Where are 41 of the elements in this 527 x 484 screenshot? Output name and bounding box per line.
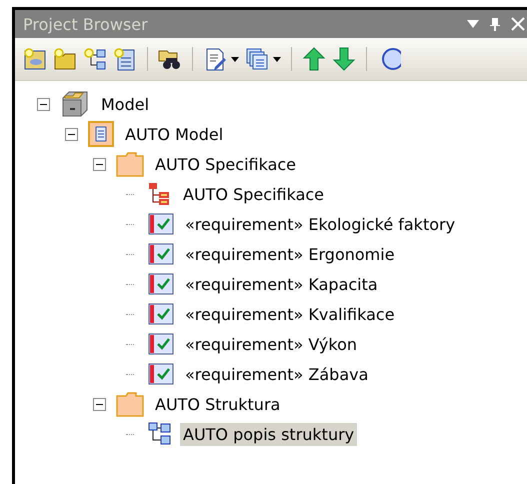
tree-item[interactable]: «requirement» Kvalifikace (182, 302, 398, 326)
tree-item[interactable]: AUTO Specifikace (180, 182, 328, 206)
tree-item[interactable]: Model (98, 92, 152, 116)
windows-icon[interactable] (245, 47, 269, 71)
tree-item[interactable]: «requirement» Kapacita (182, 272, 381, 296)
new-folder-icon[interactable] (53, 47, 77, 71)
close-icon[interactable] (511, 17, 525, 31)
requirement-icon (148, 303, 174, 325)
tree-item[interactable]: «requirement» Výkon (182, 332, 360, 356)
tree-item[interactable]: «requirement» Zábava (182, 362, 372, 386)
structure-diagram-icon (148, 422, 172, 446)
requirement-icon (148, 363, 174, 385)
requirement-icon (148, 273, 174, 295)
requirement-icon (148, 243, 174, 265)
caret-icon[interactable] (231, 56, 239, 62)
arrow-down-icon[interactable] (332, 47, 356, 71)
new-element-icon[interactable] (113, 47, 137, 71)
arrow-up-icon[interactable] (302, 47, 326, 71)
caret-icon[interactable] (273, 56, 281, 62)
pin-icon[interactable] (489, 17, 501, 31)
requirement-icon (148, 213, 174, 235)
tree-item[interactable]: AUTO Struktura (152, 392, 284, 416)
folder-icon (116, 391, 144, 417)
collapse-toggle[interactable] (37, 98, 50, 110)
tree-item[interactable]: «requirement» Ekologické faktory (182, 212, 458, 236)
folder-icon (116, 151, 144, 177)
file-cabinet-icon (60, 90, 90, 118)
collapse-toggle[interactable] (65, 128, 78, 140)
tree-item[interactable]: AUTO Model (122, 122, 226, 146)
tree-item[interactable]: AUTO popis struktury (180, 422, 358, 446)
package-icon (88, 121, 114, 147)
collapse-toggle[interactable] (93, 158, 106, 170)
tree-item[interactable]: «requirement» Ergonomie (182, 242, 398, 266)
diagram-icon (148, 182, 172, 206)
collapse-toggle[interactable] (93, 398, 106, 410)
dropdown-icon[interactable] (467, 20, 479, 28)
requirement-icon (148, 333, 174, 355)
panel-title: Project Browser (23, 14, 149, 34)
new-model-icon[interactable] (23, 47, 47, 71)
new-diagram-icon[interactable] (83, 47, 107, 71)
tree-item[interactable]: AUTO Specifikace (152, 152, 300, 176)
